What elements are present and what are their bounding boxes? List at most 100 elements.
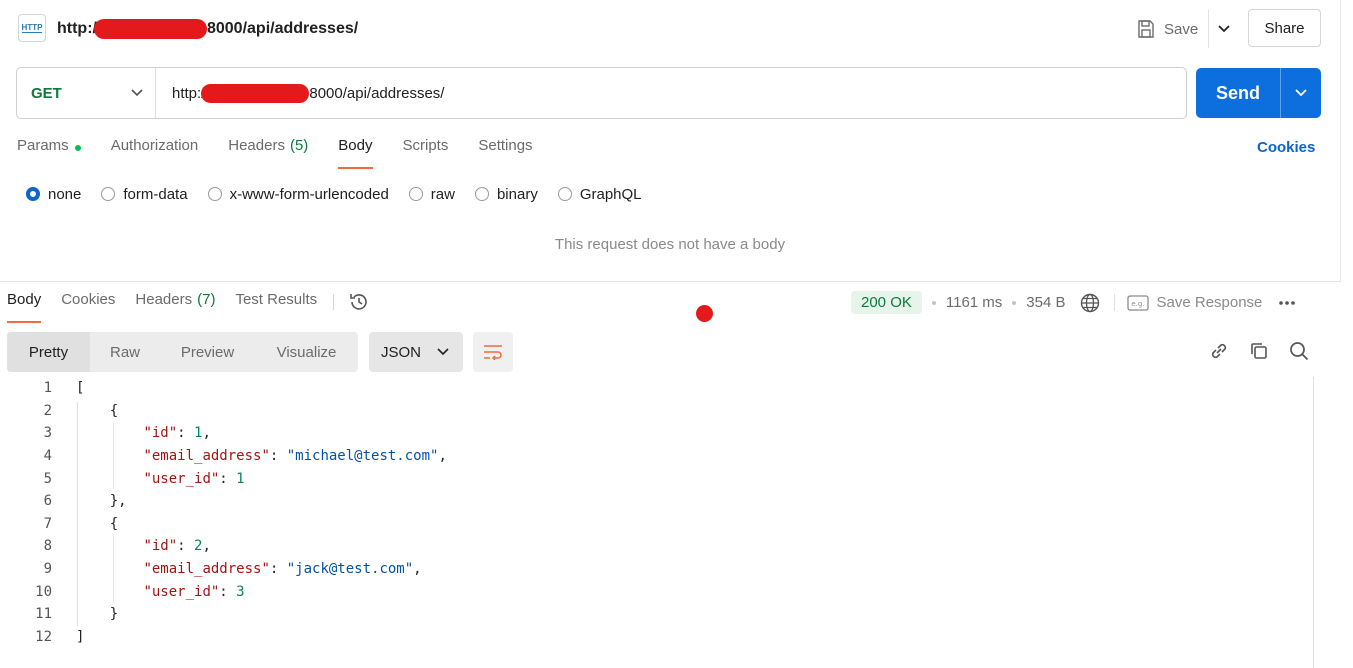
url-prefix: http:/	[172, 85, 205, 102]
response-size[interactable]: 354 B	[1026, 294, 1065, 311]
share-button[interactable]: Share	[1248, 9, 1321, 47]
headers-count: (7)	[197, 291, 215, 323]
view-tab-visualize[interactable]: Visualize	[255, 332, 358, 372]
link-icon[interactable]	[1208, 340, 1230, 362]
code-line: 4 "email_address": "michael@test.com",	[0, 445, 1313, 468]
response-tools	[1208, 340, 1310, 362]
response-time[interactable]: 1161 ms	[946, 294, 1002, 311]
radio-label: form-data	[123, 186, 187, 203]
view-tab-raw[interactable]: Raw	[90, 332, 160, 372]
radio-x-www-form-urlencoded[interactable]: x-www-form-urlencoded	[208, 186, 389, 203]
response-tabs: Body Cookies Headers (7) Test Results	[7, 291, 370, 323]
tab-settings[interactable]: Settings	[478, 137, 532, 169]
status-badge[interactable]: 200 OK	[851, 291, 922, 314]
radio-form-data[interactable]: form-data	[101, 186, 187, 203]
response-tab-body[interactable]: Body	[7, 291, 41, 323]
view-mode-tabs: Pretty Raw Preview Visualize	[7, 332, 358, 372]
line-number: 5	[0, 471, 52, 487]
format-label: JSON	[381, 344, 421, 361]
line-number: 4	[0, 448, 52, 464]
history-icon[interactable]	[348, 291, 370, 313]
save-response-button[interactable]: e.g. Save Response	[1114, 294, 1263, 311]
line-number: 11	[0, 606, 52, 622]
empty-body-message: This request does not have a body	[0, 236, 1340, 253]
code-line: 7 {	[0, 513, 1313, 536]
http-request-icon: HTTP	[18, 14, 46, 42]
url-suffix: 8000/api/addresses/	[309, 85, 444, 102]
line-number: 7	[0, 516, 52, 532]
http-icon-label: HTTP	[22, 23, 43, 33]
response-tab-cookies[interactable]: Cookies	[61, 291, 115, 323]
more-options-icon[interactable]	[1278, 300, 1296, 306]
code-text: },	[52, 493, 127, 509]
chevron-down-icon	[131, 89, 143, 97]
chevron-down-icon	[1295, 89, 1307, 97]
request-tabs: Params Authorization Headers(5) Body Scr…	[17, 137, 563, 169]
url-input[interactable]: http:/ 8000/api/addresses/	[156, 84, 444, 103]
globe-icon[interactable]	[1080, 293, 1100, 313]
params-active-dot	[75, 145, 81, 151]
tab-label: Body	[338, 137, 372, 154]
title-suffix: 8000/api/addresses/	[207, 20, 358, 38]
tab-headers[interactable]: Headers(5)	[228, 137, 308, 169]
code-text: ]	[52, 629, 84, 645]
tab-params[interactable]: Params	[17, 137, 81, 169]
line-number: 9	[0, 561, 52, 577]
body-type-options: none form-data x-www-form-urlencoded raw…	[26, 183, 662, 205]
view-tab-pretty[interactable]: Pretty	[7, 332, 90, 372]
radio-selected-icon	[26, 187, 40, 201]
search-icon[interactable]	[1288, 340, 1310, 362]
pane-divider[interactable]	[0, 281, 1340, 282]
svg-text:e.g.: e.g.	[1131, 300, 1144, 308]
scrollbar[interactable]	[1313, 377, 1314, 668]
code-line: 8 "id": 2,	[0, 535, 1313, 558]
radio-graphql[interactable]: GraphQL	[558, 186, 642, 203]
response-tab-test-results[interactable]: Test Results	[235, 291, 317, 323]
code-line: 5 "user_id": 1	[0, 467, 1313, 490]
tab-authorization[interactable]: Authorization	[111, 137, 199, 169]
send-options-button[interactable]	[1280, 68, 1321, 118]
tab-scripts[interactable]: Scripts	[403, 137, 449, 169]
code-text: {	[52, 516, 118, 532]
cookies-link[interactable]: Cookies	[1257, 139, 1315, 156]
radio-raw[interactable]: raw	[409, 186, 455, 203]
line-number: 8	[0, 538, 52, 554]
save-button[interactable]: Save	[1136, 10, 1209, 48]
separator-dot	[1012, 301, 1016, 305]
tab-separator	[333, 294, 334, 310]
tab-label: Headers	[135, 291, 192, 323]
code-text: [	[52, 380, 84, 396]
radio-label: none	[48, 186, 81, 203]
code-text: }	[52, 606, 118, 622]
example-icon: e.g.	[1127, 295, 1149, 311]
tab-body[interactable]: Body	[338, 137, 372, 169]
view-tab-preview[interactable]: Preview	[160, 332, 255, 372]
code-line: 11 }	[0, 603, 1313, 626]
radio-label: x-www-form-urlencoded	[230, 186, 389, 203]
code-text: {	[52, 403, 118, 419]
request-title[interactable]: http:/ 8000/api/addresses/	[57, 18, 358, 40]
method-select[interactable]: GET	[17, 68, 156, 118]
format-select[interactable]: JSON	[369, 332, 463, 372]
save-options-button[interactable]	[1209, 10, 1239, 48]
wrap-lines-button[interactable]	[473, 332, 513, 372]
radio-icon	[208, 187, 222, 201]
code-text: "user_id": 1	[52, 471, 245, 487]
radio-label: GraphQL	[580, 186, 642, 203]
save-response-label: Save Response	[1157, 294, 1263, 311]
send-button[interactable]: Send	[1196, 68, 1280, 118]
headers-count: (5)	[290, 137, 308, 154]
radio-binary[interactable]: binary	[475, 186, 538, 203]
radio-none[interactable]: none	[26, 186, 81, 203]
redaction-mark	[94, 19, 207, 39]
tab-label: Params	[17, 137, 69, 154]
method-label: GET	[31, 85, 62, 102]
tab-label: Test Results	[235, 291, 317, 323]
redaction-mark	[201, 84, 309, 103]
response-body-code[interactable]: 1[2 {3 "id": 1,4 "email_address": "micha…	[0, 377, 1313, 648]
response-tab-headers[interactable]: Headers (7)	[135, 291, 215, 323]
copy-icon[interactable]	[1248, 340, 1270, 362]
line-number: 1	[0, 380, 52, 396]
line-number: 6	[0, 493, 52, 509]
tab-label: Settings	[478, 137, 532, 154]
